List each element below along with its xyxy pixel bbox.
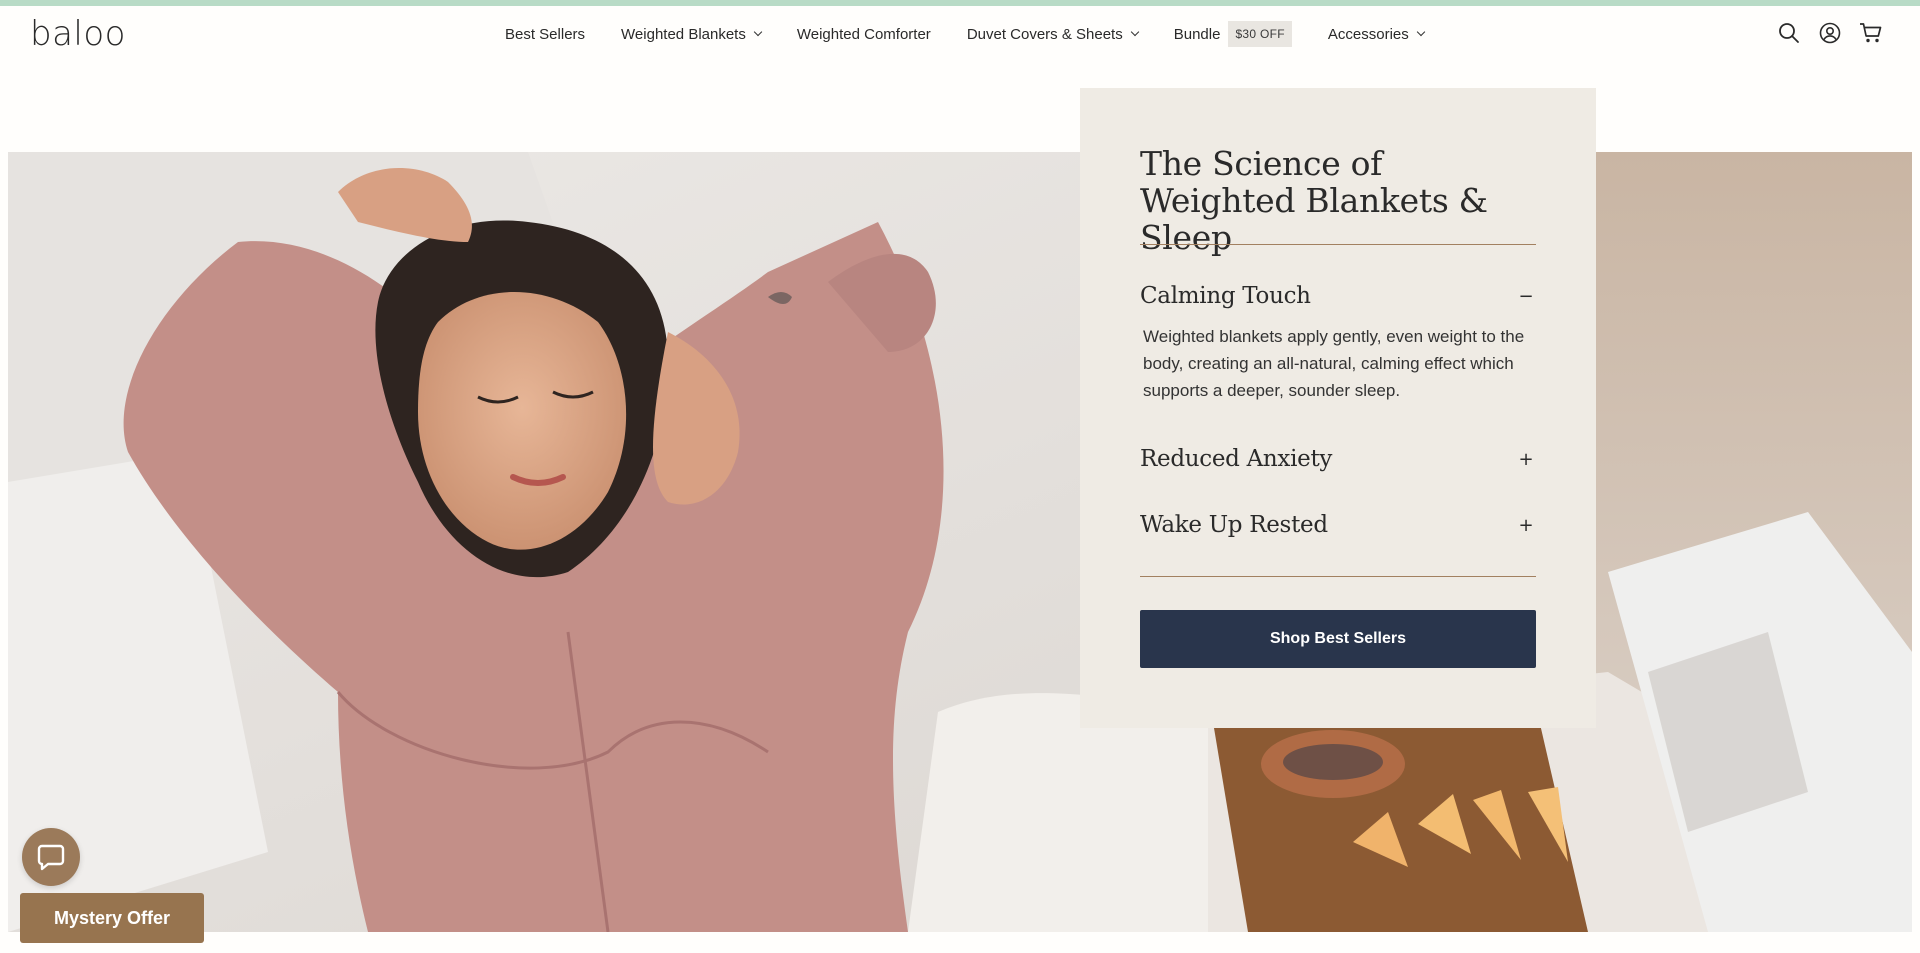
accordion-label: Reduced Anxiety [1140, 446, 1333, 472]
nav-item-label: Bundle [1173, 25, 1221, 43]
discount-badge: $30 OFF [1228, 21, 1292, 47]
nav-item-accessories[interactable]: Accessories [1327, 25, 1425, 43]
logo[interactable]: baloo [30, 14, 126, 54]
nav-item-duvet-covers-sheets[interactable]: Duvet Covers & Sheets [966, 25, 1139, 43]
hero-image [8, 152, 1912, 932]
accordion-body: Weighted blankets apply gently, even wei… [1143, 327, 1525, 400]
divider [1140, 576, 1536, 577]
nav-item-weighted-comforter[interactable]: Weighted Comforter [797, 26, 931, 43]
nav-item-weighted-blankets[interactable]: Weighted Blankets [621, 25, 763, 43]
chevron-down-icon [753, 27, 763, 37]
chevron-down-icon [1416, 27, 1425, 37]
header-icons [1761, 20, 1884, 46]
nav-item-label: Best Sellers [505, 25, 586, 43]
accordion-item-reduced-anxiety: Reduced Anxiety + [1140, 446, 1536, 472]
account-icon[interactable] [1817, 20, 1843, 46]
accordion-item-calming-touch: Calming Touch − Weighted blankets apply … [1140, 283, 1536, 404]
cart-icon[interactable] [1858, 20, 1884, 46]
nav-item-label: Accessories [1327, 25, 1409, 43]
nav-item-bundle[interactable]: Bundle $30 OFF [1174, 21, 1292, 47]
science-panel: The Science of Weighted Blankets & Sleep… [1080, 88, 1596, 728]
site-header: baloo Best Sellers Weighted Blankets Wei… [0, 6, 1920, 62]
nav-item-label: Duvet Covers & Sheets [966, 25, 1123, 43]
shop-best-sellers-button[interactable]: Shop Best Sellers [1140, 610, 1536, 668]
accordion-header[interactable]: Wake Up Rested + [1140, 512, 1536, 538]
panel-title: The Science of Weighted Blankets & Sleep [1140, 144, 1488, 257]
hero-photo-illustration [8, 152, 1912, 932]
accordion-label: Calming Touch [1140, 283, 1311, 309]
divider [1140, 244, 1536, 245]
collapse-icon: − [1518, 285, 1534, 307]
chat-icon[interactable] [22, 828, 80, 886]
expand-icon: + [1518, 448, 1534, 470]
nav-item-label: Weighted Blankets [621, 25, 746, 43]
search-icon[interactable] [1776, 20, 1802, 46]
mystery-offer-button[interactable]: Mystery Offer [20, 893, 204, 943]
main-nav: Best Sellers Weighted Blankets Weighted … [505, 6, 1460, 62]
accordion-label: Wake Up Rested [1140, 512, 1328, 538]
expand-icon: + [1518, 514, 1534, 536]
accordion-header[interactable]: Calming Touch − [1140, 283, 1536, 309]
accordion-header[interactable]: Reduced Anxiety + [1140, 446, 1536, 472]
nav-item-best-sellers[interactable]: Best Sellers [505, 26, 585, 43]
chevron-down-icon [1130, 27, 1139, 37]
nav-item-label: Weighted Comforter [796, 25, 931, 43]
accordion-item-wake-up-rested: Wake Up Rested + [1140, 512, 1536, 538]
